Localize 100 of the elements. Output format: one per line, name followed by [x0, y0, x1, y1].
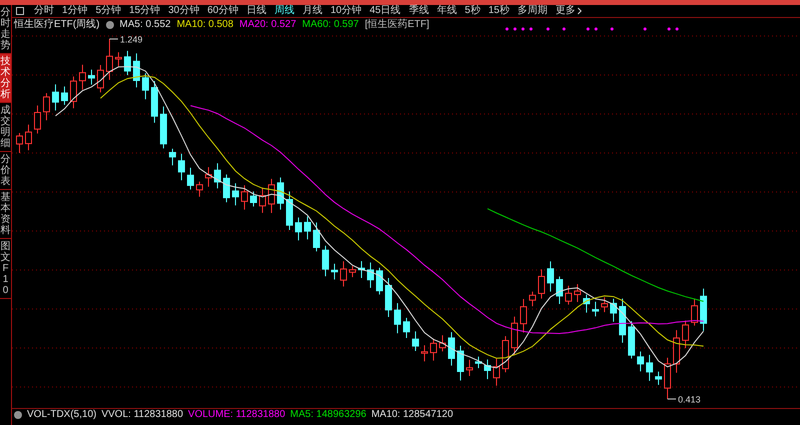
- candlestick: [367, 262, 374, 288]
- period-tab[interactable]: 周线: [274, 6, 294, 16]
- candlestick: [133, 52, 140, 88]
- candlestick: [106, 38, 113, 80]
- candlestick: [187, 167, 194, 190]
- ma-value: MA20: 0.527: [239, 20, 296, 30]
- candlestick: [70, 76, 77, 109]
- period-tab[interactable]: 60分钟: [207, 6, 238, 16]
- candlestick: [619, 298, 626, 344]
- side-tab[interactable]: 分价表: [0, 152, 11, 190]
- candlestick: [214, 162, 221, 189]
- candlestick: [466, 359, 473, 376]
- period-tab[interactable]: 5分钟: [96, 6, 122, 16]
- candlestick: [250, 191, 257, 207]
- low-price-label: 0.413: [678, 394, 701, 404]
- candlestick: [358, 260, 365, 278]
- period-tab[interactable]: 45日线: [370, 6, 401, 16]
- candlestick: [151, 80, 158, 124]
- candlestick: [97, 64, 104, 93]
- index-tag: [恒生医药ETF]: [364, 20, 430, 30]
- candlestick: [34, 104, 41, 134]
- candlestick: [655, 371, 662, 386]
- candlestick: [259, 187, 266, 214]
- candlestick: [637, 350, 644, 372]
- candlestick: [493, 358, 500, 386]
- period-tab[interactable]: 15分钟: [129, 6, 160, 16]
- candlestick: [538, 268, 545, 300]
- candlestick: [43, 92, 50, 121]
- candlestick: [79, 64, 86, 90]
- candlestick: [16, 132, 23, 154]
- settings-icon[interactable]: [14, 410, 22, 418]
- high-price-label: 1.249: [120, 34, 143, 44]
- settings-icon[interactable]: [106, 20, 114, 28]
- low-price-label-leader-line: [667, 398, 676, 400]
- candlestick: [403, 317, 410, 338]
- candlestick: [448, 332, 455, 366]
- candlestick: [349, 266, 356, 278]
- candlestick: [124, 50, 131, 76]
- candlestick: [160, 106, 167, 149]
- candlestick: [88, 69, 95, 86]
- candlestick: [601, 296, 608, 313]
- ma-value: MA10: 0.508: [176, 20, 234, 30]
- panel-toggle-icon[interactable]: [16, 7, 24, 15]
- candlestick: [241, 184, 248, 210]
- candlestick: [664, 357, 671, 400]
- candlestick: [574, 284, 581, 302]
- candlestick: [304, 216, 311, 240]
- candlestick: [592, 301, 599, 317]
- period-tab[interactable]: 分时: [34, 6, 54, 16]
- more-button[interactable]: 更多: [555, 6, 582, 16]
- candlestick: [205, 166, 212, 188]
- candlestick: [385, 277, 392, 318]
- candlestick: [457, 345, 464, 381]
- candlestick: [232, 182, 239, 206]
- volume-value: VVOL: 112831880: [101, 410, 184, 420]
- candlestick: [61, 86, 68, 106]
- candlestick: [646, 354, 653, 382]
- candlestick: [475, 356, 482, 369]
- side-tab[interactable]: 图文F10: [0, 239, 11, 299]
- period-tab[interactable]: 30分钟: [168, 6, 200, 16]
- candlestick: [178, 153, 185, 181]
- candlestick: [340, 260, 347, 287]
- high-price-label-leader-line: [109, 38, 118, 40]
- candlestick: [430, 338, 437, 362]
- candlestick: [547, 260, 554, 292]
- candlestick: [295, 217, 302, 241]
- candlestick: [421, 344, 428, 362]
- candlestick: [520, 298, 527, 334]
- candlestick: [277, 177, 284, 210]
- candlestick: [691, 298, 698, 326]
- candlestick: [484, 359, 491, 380]
- candlestick: [628, 320, 635, 360]
- candlestick: [115, 52, 122, 67]
- chevron-right-icon: [577, 7, 582, 15]
- candlestick: [394, 302, 401, 334]
- period-tab[interactable]: 月线: [302, 6, 322, 16]
- period-tab[interactable]: 日线: [246, 6, 266, 16]
- candlestick: [412, 330, 419, 352]
- period-tab[interactable]: 多周期: [517, 6, 548, 16]
- candlestick: [673, 330, 680, 374]
- candlestick: [439, 334, 446, 352]
- period-tab[interactable]: 年线: [436, 6, 457, 16]
- side-tab[interactable]: 成交明细: [0, 103, 11, 152]
- period-tab[interactable]: 1分钟: [62, 6, 88, 16]
- side-tab[interactable]: 基本资料: [0, 190, 11, 239]
- side-tab[interactable]: 技术分析: [0, 54, 11, 103]
- candlestick: [322, 245, 329, 277]
- candlestick: [502, 336, 509, 373]
- volume-value: MA5: 148963296: [290, 410, 366, 420]
- candlestick: [223, 174, 230, 203]
- period-tab[interactable]: 10分钟: [330, 6, 362, 16]
- period-tab[interactable]: 15秒: [488, 6, 510, 16]
- candlestick: [169, 148, 176, 166]
- indicator-name: VOL-TDX(5,10): [27, 410, 96, 420]
- period-tab[interactable]: 5秒: [464, 6, 480, 16]
- period-tab[interactable]: 季线: [408, 6, 429, 16]
- ma-value: MA60: 0.597: [302, 20, 359, 30]
- volume-value: VOLUME: 112831880: [188, 410, 286, 420]
- candlestick: [700, 288, 707, 332]
- candlestick: [142, 72, 149, 100]
